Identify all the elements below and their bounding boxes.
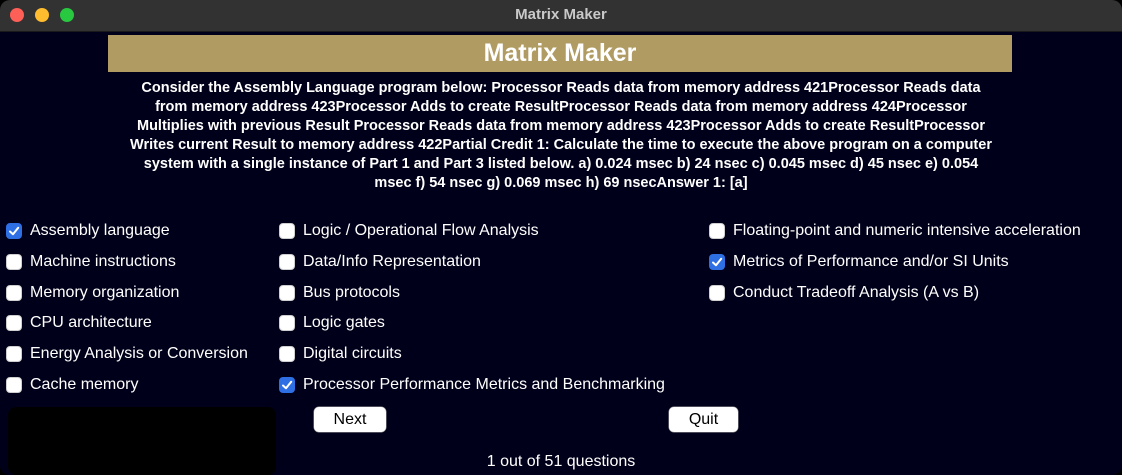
checkbox-cache-memory[interactable]: Cache memory bbox=[6, 374, 138, 396]
title-bar: Matrix Maker bbox=[0, 0, 1122, 32]
checkbox-metrics-si-units[interactable]: Metrics of Performance and/or SI Units bbox=[709, 251, 1009, 273]
checkbox-bus-protocols[interactable]: Bus protocols bbox=[279, 282, 400, 304]
checkbox-energy-analysis[interactable]: Energy Analysis or Conversion bbox=[6, 343, 248, 365]
checkbox-label: CPU architecture bbox=[30, 314, 152, 331]
checkbox-logic-flow-analysis[interactable]: Logic / Operational Flow Analysis bbox=[279, 220, 539, 242]
question-text: Consider the Assembly Language program b… bbox=[130, 80, 992, 191]
app-banner: Matrix Maker bbox=[108, 35, 1012, 72]
question-counter: 1 out of 51 questions bbox=[486, 453, 636, 470]
checkbox-assembly-language[interactable]: Assembly language bbox=[6, 220, 170, 242]
checkbox-label: Cache memory bbox=[30, 376, 139, 393]
checkbox-box[interactable] bbox=[279, 346, 295, 362]
checkbox-label: Floating-point and numeric intensive acc… bbox=[733, 222, 1081, 239]
checkbox-digital-circuits[interactable]: Digital circuits bbox=[279, 343, 402, 365]
checkmark-icon bbox=[9, 226, 20, 236]
checkbox-box[interactable] bbox=[6, 315, 22, 331]
checkbox-logic-gates[interactable]: Logic gates bbox=[279, 312, 385, 334]
checkbox-floating-point[interactable]: Floating-point and numeric intensive acc… bbox=[709, 220, 1081, 242]
checkbox-cpu-architecture[interactable]: CPU architecture bbox=[6, 312, 152, 334]
checkmark-icon bbox=[282, 380, 293, 390]
checkbox-box[interactable] bbox=[279, 285, 295, 301]
window-title: Matrix Maker bbox=[515, 6, 607, 23]
checkbox-data-info-representation[interactable]: Data/Info Representation bbox=[279, 251, 481, 273]
checkbox-box[interactable] bbox=[6, 346, 22, 362]
checkbox-label: Energy Analysis or Conversion bbox=[30, 345, 248, 362]
checkbox-box[interactable] bbox=[6, 285, 22, 301]
checkbox-box[interactable] bbox=[6, 223, 22, 239]
checkbox-label: Conduct Tradeoff Analysis (A vs B) bbox=[733, 284, 980, 301]
checkbox-tradeoff-analysis[interactable]: Conduct Tradeoff Analysis (A vs B) bbox=[709, 282, 979, 304]
checkbox-label: Memory organization bbox=[30, 284, 180, 301]
checkbox-label: Digital circuits bbox=[303, 345, 402, 362]
checkbox-label: Data/Info Representation bbox=[303, 253, 481, 270]
checkbox-box[interactable] bbox=[709, 254, 725, 270]
checkbox-processor-performance[interactable]: Processor Performance Metrics and Benchm… bbox=[279, 374, 665, 396]
checkbox-box[interactable] bbox=[709, 223, 725, 239]
checkbox-label: Assembly language bbox=[30, 222, 170, 239]
checkbox-box[interactable] bbox=[709, 285, 725, 301]
checkbox-box[interactable] bbox=[279, 377, 295, 393]
checkbox-box[interactable] bbox=[6, 377, 22, 393]
next-button[interactable]: Next bbox=[314, 407, 386, 432]
checkbox-label: Bus protocols bbox=[303, 284, 400, 301]
checkbox-label: Logic / Operational Flow Analysis bbox=[303, 222, 539, 239]
checkbox-memory-organization[interactable]: Memory organization bbox=[6, 282, 179, 304]
checkmark-icon bbox=[712, 257, 723, 267]
checkbox-label: Processor Performance Metrics and Benchm… bbox=[303, 376, 665, 393]
checkbox-box[interactable] bbox=[279, 223, 295, 239]
checkbox-box[interactable] bbox=[6, 254, 22, 270]
checkbox-label: Machine instructions bbox=[30, 253, 176, 270]
checkbox-label: Logic gates bbox=[303, 314, 385, 331]
app-window: Matrix Maker Matrix Maker Consider the A… bbox=[0, 0, 1122, 475]
checkbox-machine-instructions[interactable]: Machine instructions bbox=[6, 251, 176, 273]
quit-button[interactable]: Quit bbox=[669, 407, 738, 432]
checkbox-box[interactable] bbox=[279, 254, 295, 270]
checkbox-box[interactable] bbox=[279, 315, 295, 331]
checkbox-label: Metrics of Performance and/or SI Units bbox=[733, 253, 1009, 270]
